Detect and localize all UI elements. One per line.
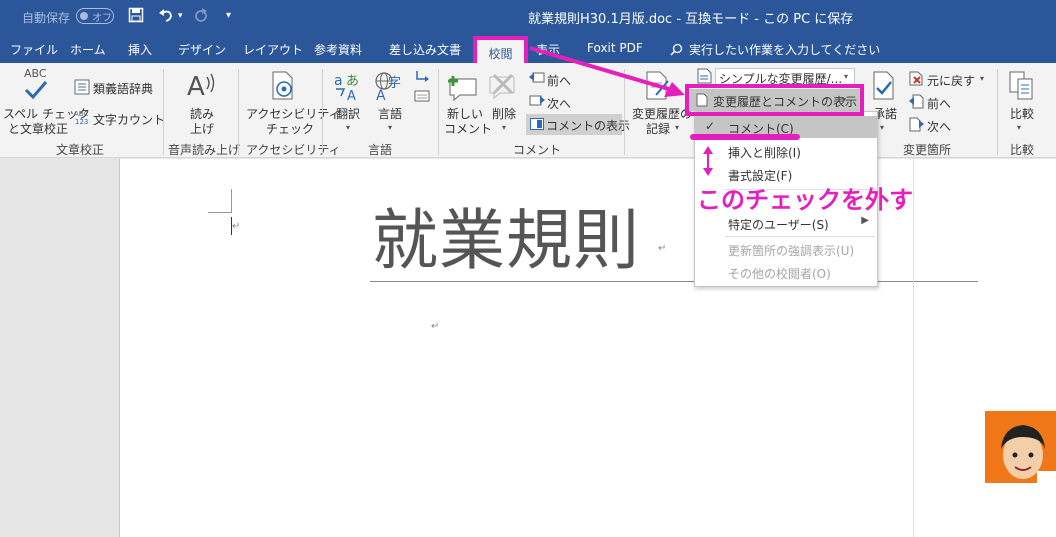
word-window: { "titlebar": { "autosave_label": "自動保存"… [0, 0, 1056, 537]
avatar [985, 411, 1056, 493]
annotation-arrows [529, 46, 713, 176]
avatar-illustration-icon [985, 411, 1056, 493]
annotation-text: このチェックを外す [697, 186, 913, 214]
